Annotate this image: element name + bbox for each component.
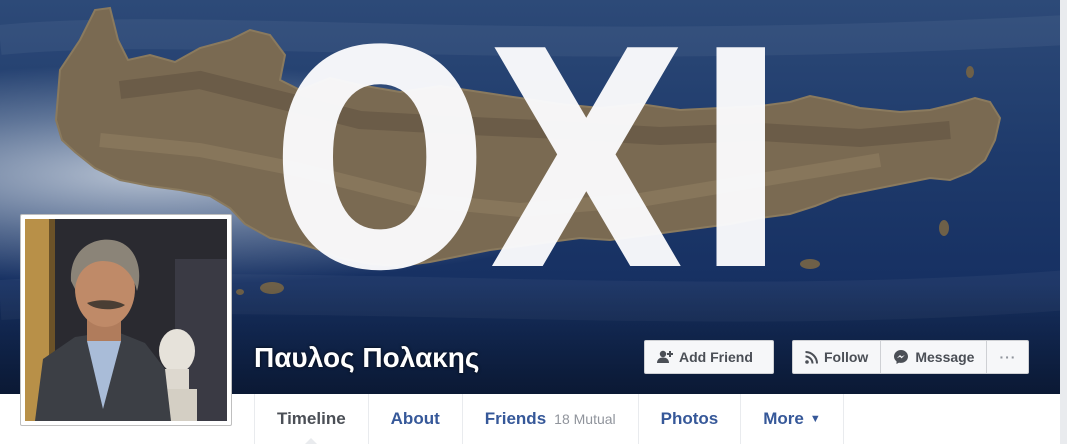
profile-tabs: Timeline About Friends 18 Mutual Photos … [254, 394, 844, 444]
add-friend-icon [657, 350, 673, 363]
profile-actions-group: Follow Message ··· [792, 340, 1030, 374]
active-tab-indicator [304, 438, 319, 444]
tab-label: Photos [660, 409, 719, 428]
add-friend-label: Add Friend [679, 349, 753, 365]
person-portrait-image [25, 219, 227, 421]
message-button[interactable]: Message [881, 341, 988, 373]
message-label: Message [915, 349, 975, 365]
mutual-friends-count: 18 Mutual [554, 411, 616, 427]
page-right-edge [1060, 0, 1067, 444]
tab-photos[interactable]: Photos [637, 394, 741, 444]
profile-photo [25, 219, 227, 421]
tab-timeline[interactable]: Timeline [254, 394, 368, 444]
profile-name[interactable]: Παυλος Πολακης [254, 342, 479, 374]
follow-label: Follow [824, 349, 869, 365]
caret-down-icon: ▼ [809, 413, 821, 425]
cover-overlay-text: OXI [270, 0, 796, 337]
tab-label: More [763, 409, 804, 428]
profile-picture[interactable] [20, 214, 232, 426]
tab-label: Friends [484, 409, 547, 428]
tab-more[interactable]: More ▼ [740, 394, 844, 444]
messenger-icon [894, 350, 909, 364]
rss-icon [805, 350, 818, 364]
more-options-button[interactable]: ··· [987, 341, 1028, 373]
more-dots-icon: ··· [999, 349, 1017, 365]
tab-friends[interactable]: Friends 18 Mutual [461, 394, 638, 444]
tab-about[interactable]: About [367, 394, 462, 444]
follow-button[interactable]: Follow [793, 341, 882, 373]
tab-label: Timeline [277, 409, 346, 428]
add-friend-button[interactable]: Add Friend [644, 340, 774, 374]
tab-label: About [390, 409, 440, 428]
profile-page: OXI Timeline About Friends 18 Mutual Pho… [0, 0, 1067, 444]
